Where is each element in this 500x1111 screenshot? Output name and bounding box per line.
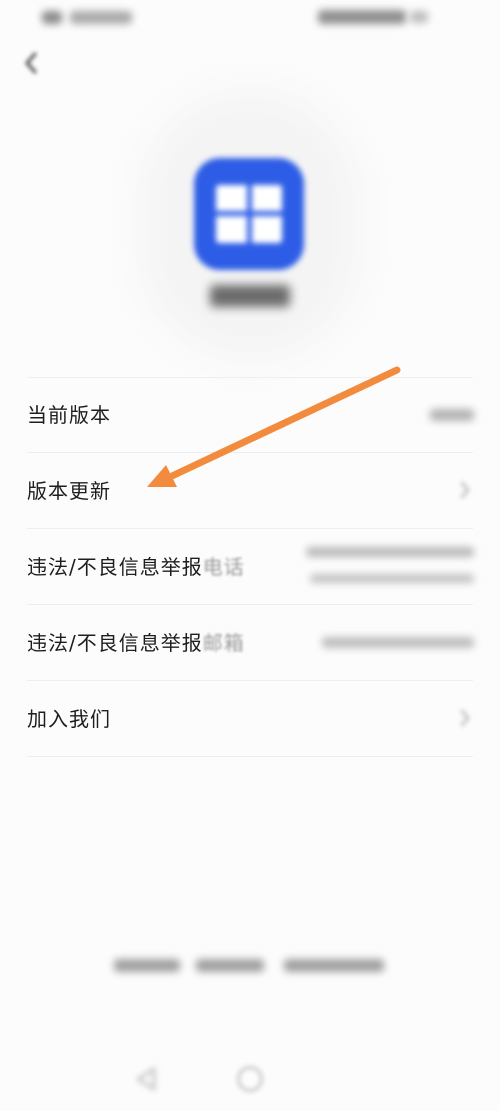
row-version-update[interactable]: 版本更新 xyxy=(0,453,500,529)
footer-link[interactable] xyxy=(284,959,384,972)
row-label: 版本更新 xyxy=(27,479,111,503)
nav-back-icon[interactable] xyxy=(132,1066,160,1092)
row-current-version[interactable]: 当前版本 xyxy=(0,377,500,453)
nav-home-icon[interactable] xyxy=(237,1066,263,1092)
row-label-faded: 邮箱 xyxy=(202,631,245,655)
battery-signal-icon xyxy=(318,10,406,24)
chevron-right-icon xyxy=(460,481,470,499)
row-label: 违法/不良信息举报电话 xyxy=(27,555,245,579)
row-label: 加入我们 xyxy=(27,707,111,731)
back-button[interactable] xyxy=(14,46,48,80)
footer-link[interactable] xyxy=(114,959,180,972)
status-bar xyxy=(0,0,500,36)
list-divider xyxy=(27,756,473,757)
app-name xyxy=(210,285,290,307)
back-arrow-icon xyxy=(25,52,37,74)
row-report-email[interactable]: 违法/不良信息举报邮箱 xyxy=(0,605,500,681)
row-join-us[interactable]: 加入我们 xyxy=(0,681,500,757)
report-phone-value xyxy=(306,547,474,557)
report-email-value xyxy=(322,637,474,648)
signal-icon xyxy=(70,11,132,24)
row-label: 违法/不良信息举报邮箱 xyxy=(27,631,245,655)
clock-icon xyxy=(410,11,428,23)
report-phone-value xyxy=(310,574,474,583)
status-indicators-icon xyxy=(42,11,62,24)
app-logo-icon xyxy=(194,158,304,270)
footer-link[interactable] xyxy=(196,959,264,972)
row-label-faded: 电话 xyxy=(202,555,245,579)
current-version-value xyxy=(430,409,474,421)
row-report-phone[interactable]: 违法/不良信息举报电话 xyxy=(0,529,500,605)
chevron-right-icon xyxy=(460,709,470,727)
row-label: 当前版本 xyxy=(27,403,111,427)
